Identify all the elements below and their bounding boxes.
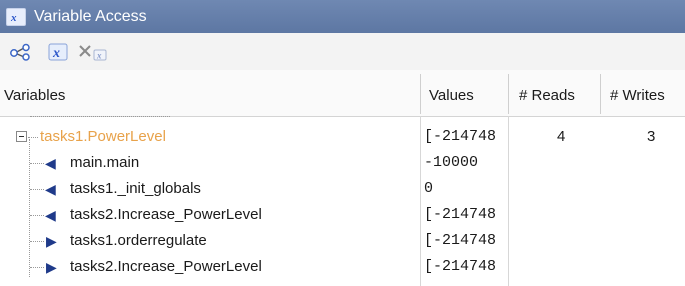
scrolled-row-fragment xyxy=(0,116,420,122)
delete-variable-icon: x xyxy=(79,44,107,60)
variable-x-icon: x xyxy=(6,7,26,26)
network-graph-button[interactable] xyxy=(8,40,34,64)
column-header-variables[interactable]: Variables xyxy=(4,70,65,116)
variable-value: [-214748 xyxy=(424,128,497,145)
svg-text:x: x xyxy=(10,12,17,23)
table-row[interactable]: tasks1.PowerLevel [-214748 4 3 xyxy=(0,124,685,150)
collapse-toggle-icon[interactable] xyxy=(16,131,27,142)
column-header-reads[interactable]: # Reads xyxy=(519,70,575,116)
variable-value: [-214748 xyxy=(424,258,497,275)
window-title: Variable Access xyxy=(34,7,147,25)
variables-table: Variables Values # Reads # Writes tasks1… xyxy=(0,70,685,286)
table-row[interactable]: ▶ tasks1.orderregulate [-214748 xyxy=(0,228,685,254)
tree-connector xyxy=(30,163,44,164)
accessor-name: tasks2.Increase_PowerLevel xyxy=(70,258,262,275)
variable-value: -10000 xyxy=(424,154,479,171)
variable-value: [-214748 xyxy=(424,232,497,249)
read-access-arrow-icon: ◀ xyxy=(45,181,56,197)
variable-name: tasks1.PowerLevel xyxy=(40,128,166,145)
variable-x-icon: x xyxy=(48,43,68,61)
network-graph-icon xyxy=(10,43,30,61)
accessor-name: tasks1._init_globals xyxy=(70,180,201,197)
table-row[interactable]: ◀ tasks1._init_globals 0 xyxy=(0,176,685,202)
table-row[interactable]: ▶ tasks2.Increase_PowerLevel [-214748 xyxy=(0,254,685,280)
tree-connector xyxy=(30,241,44,242)
table-header: Variables Values # Reads # Writes xyxy=(0,70,685,117)
column-header-values[interactable]: Values xyxy=(429,70,474,116)
accessor-name: tasks1.orderregulate xyxy=(70,232,207,249)
table-row[interactable]: ◀ main.main -10000 xyxy=(0,150,685,176)
table-body: tasks1.PowerLevel [-214748 4 3 ◀ main.ma… xyxy=(0,116,685,286)
accessor-name: tasks2.Increase_PowerLevel xyxy=(70,206,262,223)
svg-text:x: x xyxy=(96,50,102,60)
tree-connector xyxy=(30,215,44,216)
column-header-writes[interactable]: # Writes xyxy=(610,70,665,116)
variable-value: 0 xyxy=(424,180,434,197)
tree-connector xyxy=(28,137,38,138)
tree-connector xyxy=(30,267,44,268)
column-divider[interactable] xyxy=(420,74,421,114)
toolbar: x x xyxy=(0,33,685,71)
svg-text:x: x xyxy=(52,46,60,61)
title-bar[interactable]: x Variable Access xyxy=(0,0,685,33)
write-access-arrow-icon: ▶ xyxy=(46,233,57,249)
read-access-arrow-icon: ◀ xyxy=(45,155,56,171)
tree-connector xyxy=(30,189,44,190)
column-divider[interactable] xyxy=(508,74,509,114)
remove-variable-button[interactable]: x xyxy=(76,40,110,64)
read-access-arrow-icon: ◀ xyxy=(45,207,56,223)
reads-count: 4 xyxy=(557,128,566,145)
column-divider[interactable] xyxy=(600,74,601,114)
accessor-name: main.main xyxy=(70,154,140,171)
table-row[interactable]: ◀ tasks2.Increase_PowerLevel [-214748 xyxy=(0,202,685,228)
variable-value: [-214748 xyxy=(424,206,497,223)
variable-access-window: x Variable Access x x Variables Values #… xyxy=(0,0,685,286)
show-variable-button[interactable]: x xyxy=(44,40,72,64)
write-access-arrow-icon: ▶ xyxy=(46,259,57,275)
writes-count: 3 xyxy=(647,128,656,145)
